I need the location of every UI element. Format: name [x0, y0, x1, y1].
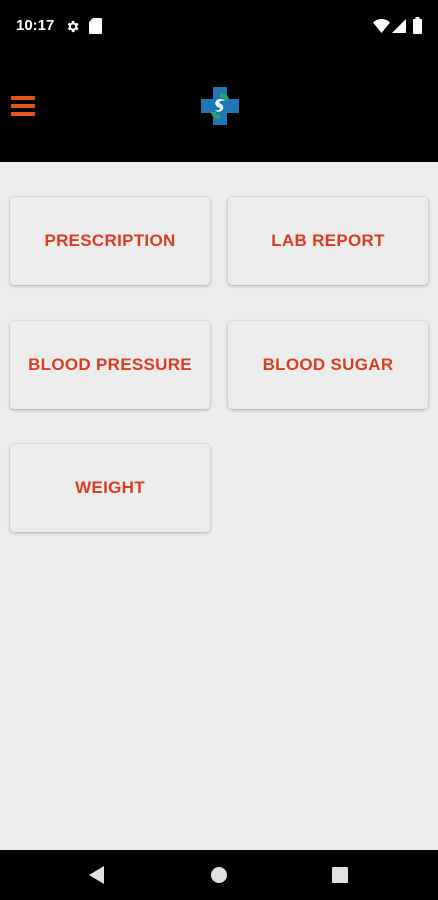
prescription-label: PRESCRIPTION [44, 231, 176, 250]
lab-report-label: LAB REPORT [271, 231, 385, 250]
status-bar: 10:17 [0, 0, 438, 54]
app-bar [0, 54, 438, 162]
blood-pressure-label: BLOOD PRESSURE [28, 355, 192, 374]
main-content: PRESCRIPTION LAB REPORT BLOOD PRESSURE B… [0, 162, 438, 850]
blood-pressure-button[interactable]: BLOOD PRESSURE [10, 321, 210, 409]
home-icon[interactable] [211, 867, 227, 883]
status-time: 10:17 [16, 17, 55, 34]
cell-signal-icon [392, 19, 406, 33]
medical-cross-logo [201, 87, 239, 125]
lab-report-button[interactable]: LAB REPORT [228, 197, 428, 285]
battery-icon [413, 17, 422, 34]
hamburger-menu-icon[interactable] [8, 89, 40, 121]
navigation-bar [0, 850, 438, 900]
sd-card-icon [89, 18, 102, 34]
settings-icon [67, 20, 79, 33]
weight-label: WEIGHT [75, 478, 145, 497]
wifi-icon [373, 19, 390, 33]
back-icon[interactable] [88, 866, 106, 884]
prescription-button[interactable]: PRESCRIPTION [10, 197, 210, 285]
blood-sugar-label: BLOOD SUGAR [262, 355, 394, 374]
blood-sugar-button[interactable]: BLOOD SUGAR [228, 321, 428, 409]
weight-button[interactable]: WEIGHT [10, 444, 210, 532]
recents-icon[interactable] [332, 867, 348, 883]
